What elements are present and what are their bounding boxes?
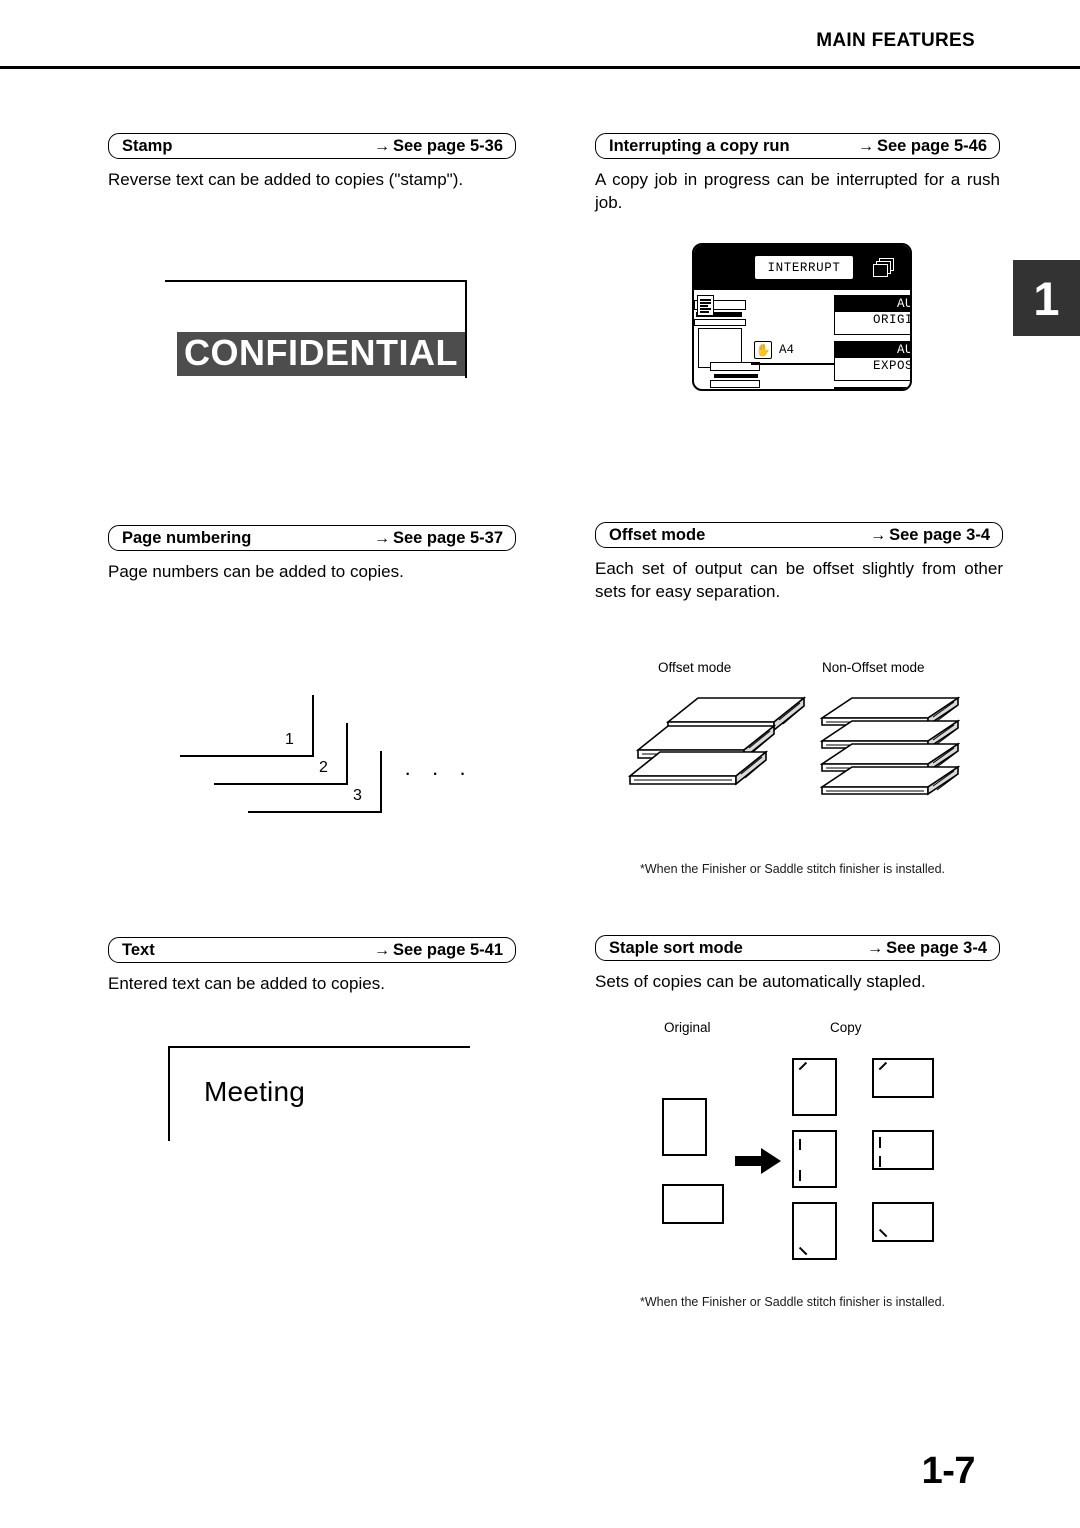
arrow-icon: → xyxy=(373,137,390,155)
section-offset-mode: Offset mode → See page 3-4 Each set of ou… xyxy=(595,522,1003,604)
section-stamp-reference-text: See page 5-36 xyxy=(392,136,503,155)
operation-panel-frame: INTERRUPT ✋ A4 AUTO ORIGINA xyxy=(692,243,912,391)
copies-stack-icon xyxy=(873,258,895,278)
original-size-field[interactable]: AUTO ORIGINA xyxy=(834,295,912,335)
staple-sort-footnote: *When the Finisher or Saddle stitch fini… xyxy=(640,1295,946,1309)
section-text-title: Text xyxy=(122,940,155,959)
copy-portrait-3 xyxy=(792,1202,837,1260)
transform-arrow-icon xyxy=(735,1148,781,1174)
arrow-icon: → xyxy=(373,941,390,959)
staple-mark-left-bottom xyxy=(799,1170,802,1181)
ratio-value xyxy=(835,388,910,389)
section-text-header: Text → See page 5-41 xyxy=(108,937,516,963)
staple-mark-corner xyxy=(878,1228,888,1238)
section-text: Text → See page 5-41 Entered text can be … xyxy=(108,937,516,995)
offset-sheet-bottom xyxy=(628,750,768,794)
arrow-icon: → xyxy=(867,939,884,957)
section-interrupting-reference: → See page 5-46 xyxy=(858,137,987,156)
page-number: 1-7 xyxy=(921,1450,976,1492)
section-stamp-reference: → See page 5-36 xyxy=(374,137,503,156)
staple-copy-label: Copy xyxy=(830,1020,862,1035)
section-offset-mode-reference-text: See page 3-4 xyxy=(889,525,990,544)
offset-mode-footnote: *When the Finisher or Saddle stitch fini… xyxy=(640,862,946,876)
figure-operation-panel: INTERRUPT ✋ A4 AUTO ORIGINA xyxy=(692,243,912,391)
arrow-icon: → xyxy=(870,526,887,544)
copy-landscape-1 xyxy=(872,1058,934,1098)
non-offset-mode-label: Non-Offset mode xyxy=(822,660,925,675)
page-number-mark-3: 3 xyxy=(353,787,362,804)
exposure-field[interactable]: AUTO EXPOSUR xyxy=(834,341,912,381)
section-text-body: Entered text can be added to copies. xyxy=(108,974,385,993)
section-offset-mode-header: Offset mode → See page 3-4 xyxy=(595,522,1003,548)
staple-mark-left-bottom xyxy=(879,1156,882,1167)
exposure-label: EXPOSUR xyxy=(872,359,912,373)
non-offset-sheet-4 xyxy=(820,765,960,803)
staple-mark-corner xyxy=(798,1061,808,1071)
section-staple-sort-mode: Staple sort mode → See page 3-4 Sets of c… xyxy=(595,935,1000,993)
section-page-numbering-reference-text: See page 5-37 xyxy=(392,528,503,547)
entered-text-word: Meeting xyxy=(204,1076,306,1107)
staple-original-label: Original xyxy=(664,1020,711,1035)
section-staple-sort-reference: → See page 3-4 xyxy=(867,939,987,958)
section-stamp-body: Reverse text can be added to copies ("st… xyxy=(108,170,464,189)
page-header: MAIN FEATURES xyxy=(0,0,1080,70)
staple-mark-left-top xyxy=(879,1137,882,1148)
section-page-numbering-body: Page numbers can be added to copies. xyxy=(108,562,404,581)
section-interrupting-header: Interrupting a copy run → See page 5-46 xyxy=(595,133,1000,159)
page-numbering-ellipsis: · · · xyxy=(404,760,474,785)
section-interrupting-body: A copy job in progress can be interrupte… xyxy=(595,170,1000,213)
figure-offset-mode: Offset mode Non-Offset mode xyxy=(628,660,1008,810)
offset-mode-label: Offset mode xyxy=(658,660,732,675)
section-interrupting-reference-text: See page 5-46 xyxy=(876,136,987,155)
section-stamp-title: Stamp xyxy=(122,136,173,155)
section-page-numbering-title: Page numbering xyxy=(122,528,252,547)
copy-landscape-3 xyxy=(872,1202,934,1242)
section-text-reference-text: See page 5-41 xyxy=(392,940,503,959)
page-title: MAIN FEATURES xyxy=(816,30,975,51)
original-size-value: AUTO xyxy=(835,296,910,312)
confidential-stamp-text: CONFIDENTIAL xyxy=(177,332,465,376)
staple-mark-corner xyxy=(798,1246,808,1256)
interrupt-button[interactable]: INTERRUPT xyxy=(754,255,854,280)
section-page-numbering-header: Page numbering → See page 5-37 xyxy=(108,525,516,551)
staple-mark-left-top xyxy=(799,1139,802,1150)
figure-entered-text: Meeting xyxy=(168,1046,478,1146)
figure-staple-sort-mode: Original Copy xyxy=(640,1020,970,1280)
section-interrupting-copy-run: Interrupting a copy run → See page 5-46 A… xyxy=(595,133,1000,215)
original-portrait xyxy=(662,1098,707,1156)
header-divider xyxy=(0,66,1080,69)
staple-mark-corner xyxy=(878,1061,888,1071)
section-text-reference: → See page 5-41 xyxy=(374,941,503,960)
section-interrupting-title: Interrupting a copy run xyxy=(609,136,790,155)
section-stamp: Stamp → See page 5-36 Reverse text can be… xyxy=(108,133,516,191)
section-page-numbering: Page numbering → See page 5-37 Page numbe… xyxy=(108,525,516,583)
section-page-numbering-reference: → See page 5-37 xyxy=(374,529,503,548)
section-offset-mode-body: Each set of output can be offset slightl… xyxy=(595,559,1003,602)
original-landscape xyxy=(662,1184,724,1224)
ratio-field[interactable] xyxy=(834,387,910,389)
chapter-tab: 1 xyxy=(1013,260,1080,336)
section-stamp-header: Stamp → See page 5-36 xyxy=(108,133,516,159)
section-staple-sort-header: Staple sort mode → See page 3-4 xyxy=(595,935,1000,961)
hand-icon: ✋ xyxy=(754,341,772,359)
copy-landscape-2 xyxy=(872,1130,934,1170)
arrow-icon: → xyxy=(857,137,874,155)
exposure-document-icon xyxy=(697,295,714,316)
figure-page-numbering: 1 2 3 · · · xyxy=(180,695,480,830)
arrow-icon: → xyxy=(373,529,390,547)
section-offset-mode-reference: → See page 3-4 xyxy=(870,526,990,545)
chapter-tab-number: 1 xyxy=(1033,271,1060,325)
section-staple-sort-reference-text: See page 3-4 xyxy=(886,938,987,957)
copy-portrait-2 xyxy=(792,1130,837,1188)
exposure-value: AUTO xyxy=(835,342,910,358)
copy-portrait-1 xyxy=(792,1058,837,1116)
section-offset-mode-title: Offset mode xyxy=(609,525,706,544)
section-staple-sort-body: Sets of copies can be automatically stap… xyxy=(595,972,926,991)
paper-size-label: A4 xyxy=(779,343,795,357)
section-staple-sort-title: Staple sort mode xyxy=(609,938,743,957)
figure-confidential-stamp: CONFIDENTIAL xyxy=(165,280,475,400)
original-size-label: ORIGINA xyxy=(872,313,912,327)
